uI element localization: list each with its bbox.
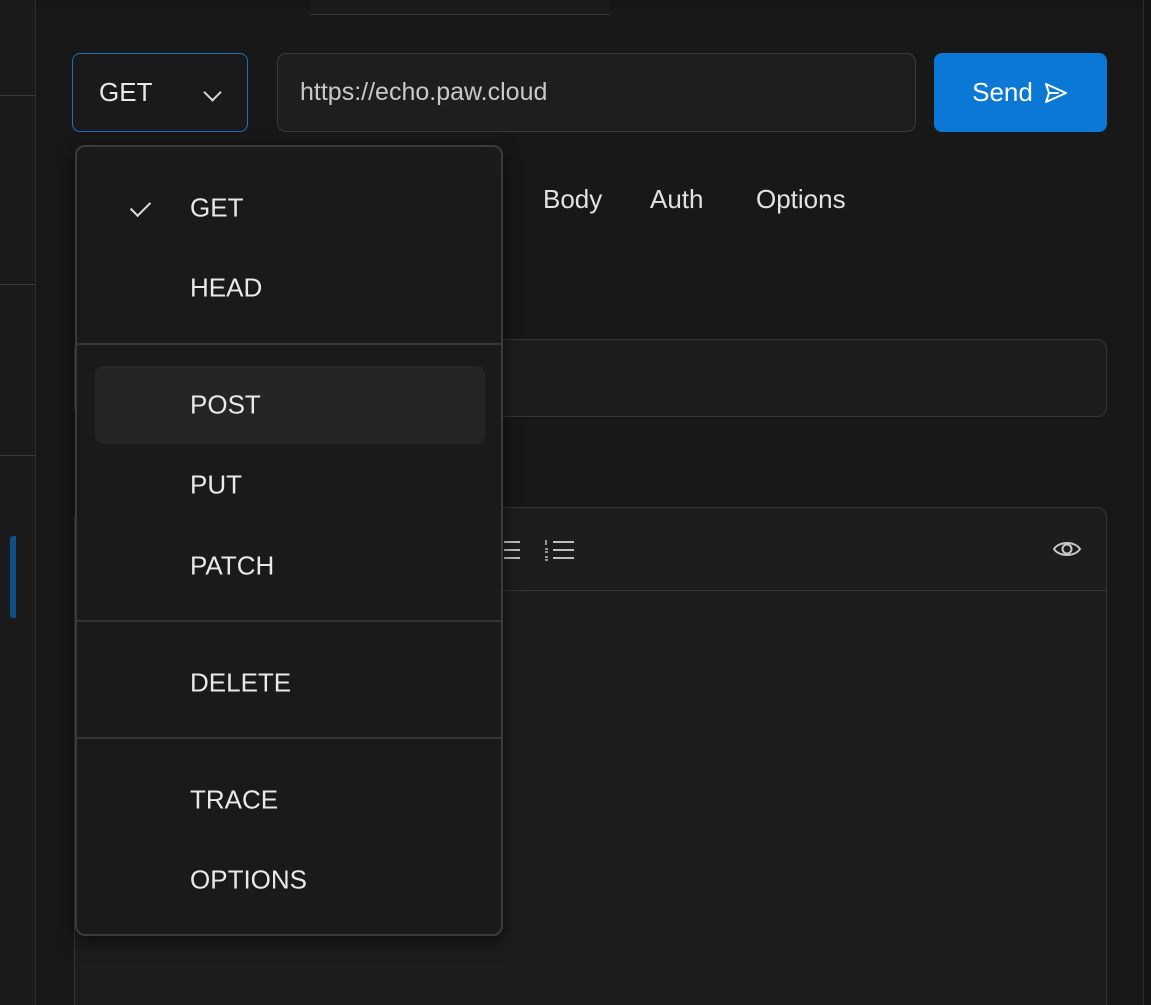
menu-divider — [77, 343, 501, 345]
sidebar-divider — [0, 455, 35, 456]
menu-item-trace[interactable]: TRACE — [95, 761, 485, 839]
menu-item-label: PUT — [190, 469, 242, 500]
tab-options[interactable]: Options — [756, 184, 846, 215]
sidebar-divider — [0, 284, 35, 285]
sidebar-divider — [0, 95, 35, 96]
menu-item-label: TRACE — [190, 784, 279, 815]
menu-item-get[interactable]: GET — [95, 169, 485, 247]
menu-item-head[interactable]: HEAD — [95, 249, 485, 327]
menu-item-put[interactable]: PUT — [95, 446, 485, 524]
tab-auth[interactable]: Auth — [650, 184, 704, 215]
menu-item-options[interactable]: OPTIONS — [95, 841, 485, 919]
app-window: GET Send Body Auth Options — [0, 0, 1151, 1005]
menu-item-label: PATCH — [190, 550, 275, 581]
chevron-down-icon — [203, 83, 222, 102]
method-select[interactable]: GET — [72, 53, 248, 132]
menu-item-label: DELETE — [190, 667, 292, 698]
top-tab-strip — [310, 0, 610, 15]
right-pane-edge — [1143, 0, 1151, 1005]
send-button[interactable]: Send — [934, 53, 1107, 132]
menu-divider — [77, 737, 501, 739]
menu-item-post[interactable]: POST — [95, 366, 485, 444]
send-button-label: Send — [972, 77, 1033, 107]
left-sidebar — [0, 0, 36, 1005]
url-input[interactable] — [277, 53, 916, 132]
menu-item-label: OPTIONS — [190, 864, 308, 895]
menu-item-label: POST — [190, 389, 261, 420]
menu-item-label: HEAD — [190, 272, 263, 303]
check-icon — [129, 195, 152, 218]
send-arrow-icon — [1043, 82, 1069, 104]
menu-item-patch[interactable]: PATCH — [95, 527, 485, 605]
menu-item-label: GET — [190, 192, 244, 223]
method-select-value: GET — [99, 77, 153, 107]
menu-divider — [77, 620, 501, 622]
numbered-list-icon[interactable] — [544, 537, 576, 567]
tab-body[interactable]: Body — [543, 184, 602, 215]
method-dropdown-menu: GET HEAD POST PUT PATCH DELETE TRACE OPT… — [75, 145, 503, 936]
eye-icon[interactable] — [1052, 538, 1082, 564]
menu-item-delete[interactable]: DELETE — [95, 644, 485, 722]
sidebar-active-indicator — [10, 536, 16, 618]
